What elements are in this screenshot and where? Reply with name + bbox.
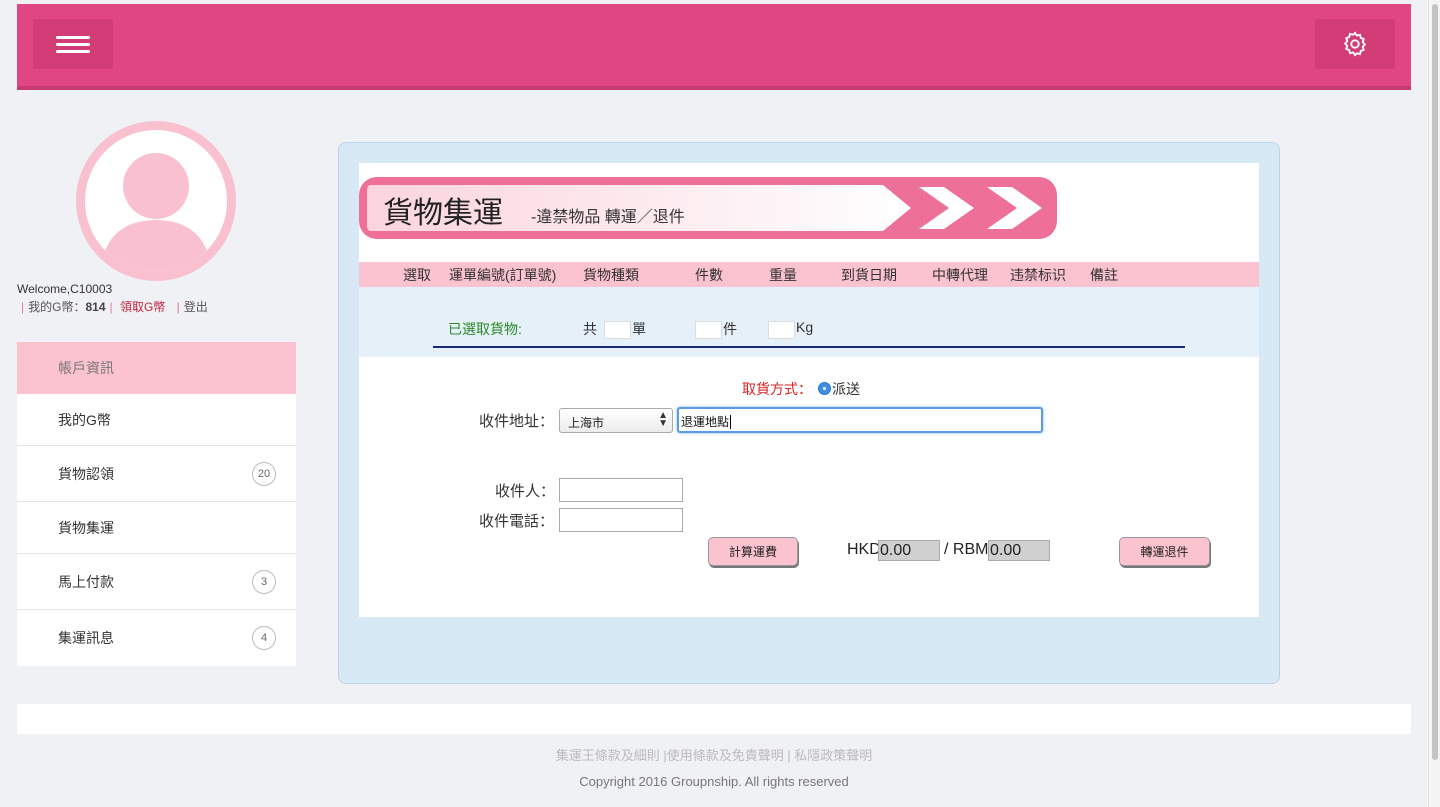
hamburger-icon-line	[56, 49, 90, 53]
top-navbar	[17, 4, 1411, 90]
sidebar-item-label: 集運訊息	[58, 630, 114, 646]
address-input-value: 退運地點	[681, 415, 730, 429]
selected-label: 已選取貨物:	[448, 321, 522, 337]
coins-value: 814	[85, 300, 106, 314]
coins-label: 我的G幣：	[28, 300, 86, 314]
address-label: 收件地址：	[479, 413, 555, 430]
col-prohibited: 违禁标识	[1010, 267, 1066, 283]
recipient-label: 收件人：	[495, 483, 556, 500]
rbm-label: / RBM	[944, 541, 989, 558]
table-header: 選取 運單編號(訂單號) 貨物種類 件數 重量 到貨日期 中轉代理 违禁标识 備…	[359, 262, 1259, 287]
pickup-method-label: 取貨方式：	[742, 381, 812, 397]
claim-coins-link[interactable]: 領取G幣	[120, 300, 165, 314]
col-arrival: 到貨日期	[841, 267, 897, 283]
hamburger-icon	[56, 35, 90, 39]
footer-bar	[17, 704, 1411, 734]
hkd-label: HKD	[847, 541, 881, 558]
phone-label: 收件電話：	[479, 513, 555, 530]
sidebar-item-pay[interactable]: 馬上付款 3	[17, 554, 296, 610]
rbm-value: 0.00	[988, 540, 1050, 561]
phone-input[interactable]	[559, 508, 683, 532]
pieces-count-box	[695, 321, 722, 339]
delivery-radio-label: 派送	[832, 381, 860, 397]
col-agent: 中轉代理	[932, 267, 988, 283]
content-area: 貨物集運 -違禁物品 轉運／退件 選取 運單編號(訂單號) 貨物種類 件數 重量…	[359, 163, 1259, 617]
delivery-radio[interactable]	[818, 382, 831, 395]
footer-links[interactable]: 集運王條款及細則 |使用條款及免責聲明 | 私隱政策聲明	[0, 745, 1428, 764]
sidebar-item-label: 貨物集運	[58, 519, 114, 536]
total-prefix: 共	[583, 321, 597, 337]
col-select: 選取	[403, 267, 431, 283]
coins-info: | 我的G幣：814 | 領取G幣 | 登出	[21, 300, 208, 314]
recipient-input[interactable]	[559, 478, 683, 502]
main-panel: 貨物集運 -違禁物品 轉運／退件 選取 運單編號(訂單號) 貨物種類 件數 重量…	[338, 142, 1280, 684]
orders-count-box	[604, 321, 631, 339]
weight-unit: Kg	[796, 319, 814, 335]
selected-summary: 已選取貨物: 共 單 件 Kg	[359, 287, 1259, 357]
city-select-value: 上海市	[568, 416, 605, 430]
sidebar-item-my-coins[interactable]: 我的G幣	[17, 394, 296, 446]
col-type: 貨物種類	[583, 267, 639, 283]
col-remarks: 備註	[1090, 267, 1118, 283]
hamburger-icon-line	[56, 42, 90, 46]
gear-icon	[1343, 31, 1367, 57]
select-arrows-icon: ▲ ▼	[658, 410, 668, 429]
calculate-fee-button[interactable]: 計算運費	[708, 537, 798, 566]
settings-button[interactable]	[1315, 19, 1395, 69]
sidebar-item-label: 貨物認領	[58, 465, 114, 482]
divider	[433, 346, 1185, 348]
sidebar-item-account[interactable]: 帳戶資訊	[17, 342, 296, 394]
col-weight: 重量	[769, 267, 797, 283]
col-count: 件數	[695, 267, 723, 283]
copyright: Copyright 2016 Groupnship. All rights re…	[579, 774, 849, 789]
pieces-unit: 件	[723, 321, 737, 337]
weight-box	[768, 321, 795, 339]
hkd-value: 0.00	[878, 540, 940, 561]
welcome-text: Welcome,C10003	[17, 282, 113, 296]
menu-button[interactable]	[33, 19, 113, 69]
sidebar-item-claim[interactable]: 貨物認領 20	[17, 446, 296, 502]
page-title: 貨物集運	[383, 196, 503, 231]
page-subtitle: -違禁物品 轉運／退件	[531, 209, 685, 226]
avatar	[76, 121, 236, 281]
sidebar-item-messages[interactable]: 集運訊息 4	[17, 610, 296, 666]
sidebar-menu: 帳戶資訊 我的G幣 貨物認領 20 貨物集運 馬上付款 3 集運訊息 4	[17, 342, 296, 666]
sidebar-item-consolidate[interactable]: 貨物集運	[17, 502, 296, 554]
sidebar-item-label: 我的G幣	[58, 411, 111, 428]
scrollbar[interactable]	[1428, 0, 1440, 807]
sidebar-item-label: 馬上付款	[58, 573, 114, 590]
count-badge: 4	[252, 626, 276, 650]
logout-link[interactable]: 登出	[184, 300, 208, 314]
count-badge: 3	[252, 569, 276, 594]
count-badge: 20	[252, 461, 276, 486]
col-waybill: 運單編號(訂單號)	[449, 267, 557, 283]
sidebar-item-label: 帳戶資訊	[58, 360, 114, 376]
city-select[interactable]: 上海市 ▲ ▼	[559, 408, 673, 433]
orders-unit: 單	[632, 321, 646, 337]
address-input[interactable]: 退運地點	[677, 407, 1043, 433]
user-icon	[101, 153, 211, 272]
scrollbar-thumb[interactable]	[1432, 4, 1438, 760]
return-shipment-button[interactable]: 轉運退件	[1119, 537, 1210, 566]
page-banner: 貨物集運 -違禁物品 轉運／退件	[359, 177, 1057, 239]
